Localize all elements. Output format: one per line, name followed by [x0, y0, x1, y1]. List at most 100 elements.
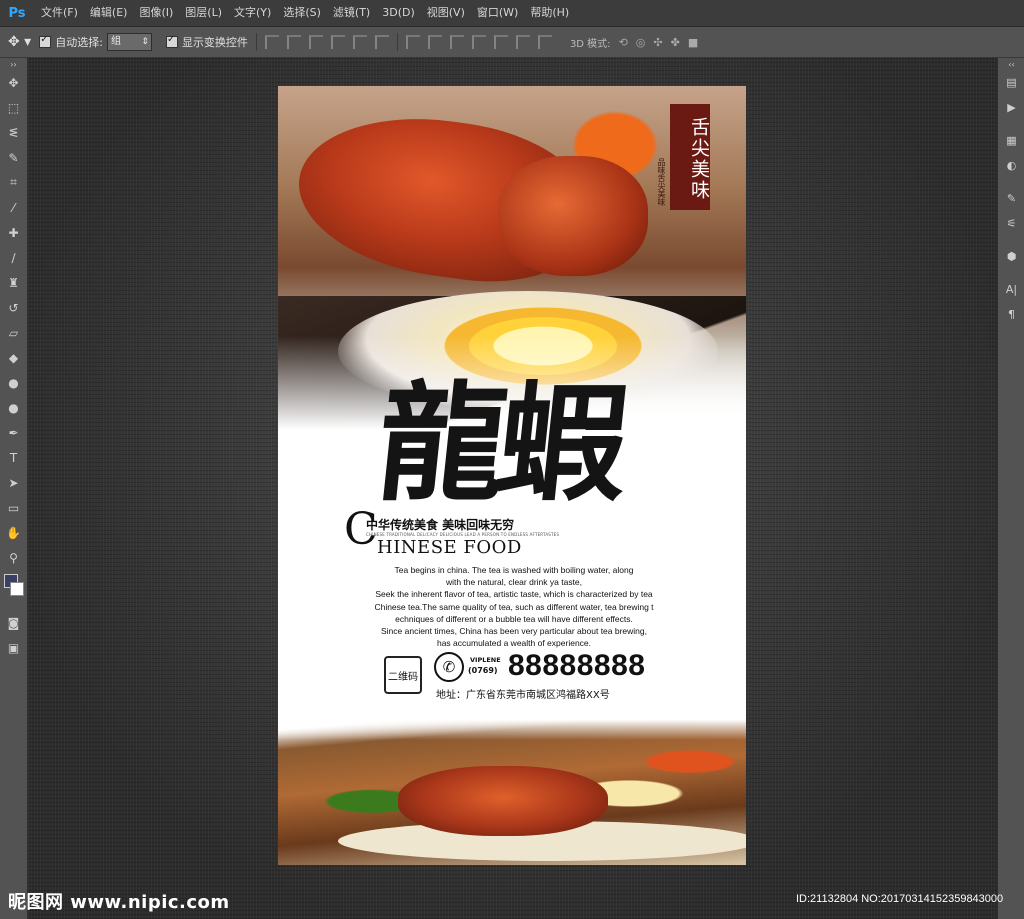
3d-slide-icon[interactable]: ✤: [671, 36, 680, 49]
quick-select-tool-icon[interactable]: ✎: [0, 145, 27, 170]
distribute-right-icon[interactable]: [515, 35, 530, 49]
distribute-bottom-icon[interactable]: [449, 35, 464, 49]
panel-collapse-icon[interactable]: ››: [0, 58, 27, 70]
body-line: with the natural, clear drink ya taste,: [445, 577, 583, 588]
path-select-tool-icon[interactable]: ➤: [0, 470, 27, 495]
tools-panel: ›› ✥ ⬚ ᓬ ✎ ⌗ ⁄ ✚ ∕ ♜ ↺ ▱ ◆ ● ● ✒ T ➤ ▭ ✋…: [0, 58, 28, 919]
align-vcenter-icon[interactable]: [286, 35, 301, 49]
3d-roll-icon[interactable]: ◎: [636, 36, 646, 49]
hand-tool-icon[interactable]: ✋: [0, 520, 27, 545]
side-vertical-text: 品味舌尖美味: [657, 158, 666, 206]
qr-code-placeholder: 二维码: [384, 656, 422, 694]
3d-rotate-icon[interactable]: ⟲: [619, 36, 628, 49]
3d-scale-icon[interactable]: ■: [688, 36, 698, 49]
menu-3d[interactable]: 3D(D): [376, 0, 421, 26]
phone-number: 88888888: [508, 649, 646, 682]
phone-icon: ✆: [434, 652, 464, 682]
menu-window[interactable]: 窗口(W): [471, 0, 524, 26]
address-text: 地址：广东省东莞市南城区鸿福路XX号: [436, 690, 610, 701]
distribute-left-icon[interactable]: [471, 35, 486, 49]
adjustments-panel-icon[interactable]: ▦: [998, 128, 1024, 153]
menu-edit[interactable]: 编辑(E): [84, 0, 134, 26]
distribute-vcenter-icon[interactable]: [427, 35, 442, 49]
character-panel-icon[interactable]: A|: [998, 277, 1024, 302]
body-line: Since ancient times, China has been very…: [380, 626, 647, 637]
menu-help[interactable]: 帮助(H): [524, 0, 575, 26]
area-code: (0769): [468, 666, 498, 675]
healing-tool-icon[interactable]: ✚: [0, 220, 27, 245]
bottom-food-photo: [278, 706, 746, 865]
brush-tool-icon[interactable]: ∕: [0, 245, 27, 270]
rectangle-tool-icon[interactable]: ▭: [0, 495, 27, 520]
poster-document[interactable]: 舌尖美味 品味舌尖美味 龍蝦 C 中华传统美食 美味回味无穷 CHINESE T…: [278, 86, 746, 865]
properties-panel-icon[interactable]: ◐: [998, 153, 1024, 178]
right-panel-strip: ‹‹ ▤ ▶ ▦ ◐ ✎ ⚟ ⬢ A| ¶: [997, 58, 1024, 919]
menu-select[interactable]: 选择(S): [277, 0, 327, 26]
auto-align-icon[interactable]: [537, 35, 552, 49]
menu-bar: Ps 文件(F) 编辑(E) 图像(I) 图层(L) 文字(Y) 选择(S) 滤…: [0, 0, 1024, 27]
history-brush-tool-icon[interactable]: ↺: [0, 295, 27, 320]
brush-panel-icon[interactable]: ✎: [998, 186, 1024, 211]
brush-top-edge: [278, 706, 746, 740]
bottom-lobster: [398, 766, 608, 836]
show-transform-checkbox[interactable]: 显示变换控件: [165, 34, 248, 50]
distribute-top-icon[interactable]: [405, 35, 420, 49]
3d-panel-icon[interactable]: ⬢: [998, 244, 1024, 269]
color-swatches-icon[interactable]: [0, 570, 27, 610]
crop-tool-icon[interactable]: ⌗: [0, 170, 27, 195]
3d-pan-icon[interactable]: ✣: [653, 36, 662, 49]
paint-bucket-tool-icon[interactable]: ◆: [0, 345, 27, 370]
body-paragraph: Tea begins in china. The tea is washed w…: [360, 564, 668, 649]
separator: [396, 33, 398, 51]
move-tool-icon[interactable]: ✥: [0, 70, 27, 95]
3d-mode-label: 3D 模式:: [569, 38, 611, 50]
clone-stamp-tool-icon[interactable]: ♜: [0, 270, 27, 295]
eraser-tool-icon[interactable]: ▱: [0, 320, 27, 345]
photoshop-logo-icon: Ps: [8, 5, 26, 21]
stamp-seal: 舌尖美味: [670, 104, 710, 210]
auto-select-checkbox[interactable]: 自动选择:: [39, 34, 103, 50]
watermark-right: ID:21132804 NO:20170314152359843000: [796, 893, 1004, 905]
paragraph-panel-icon[interactable]: ¶: [998, 302, 1024, 327]
menu-image[interactable]: 图像(I): [133, 0, 179, 26]
eyedropper-tool-icon[interactable]: ⁄: [0, 195, 27, 220]
move-tool-preset-icon[interactable]: ✥ ▾: [8, 34, 31, 50]
actions-panel-icon[interactable]: ▶: [998, 95, 1024, 120]
blur-tool-icon[interactable]: ●: [0, 370, 27, 395]
brush-presets-icon[interactable]: ⚟: [998, 211, 1024, 236]
menu-view[interactable]: 视图(V): [421, 0, 471, 26]
menu-layer[interactable]: 图层(L): [179, 0, 228, 26]
subtitle-english: HINESE FOOD: [377, 537, 522, 558]
body-line: Chinese tea.The same quality of tea, suc…: [374, 601, 654, 612]
menu-type[interactable]: 文字(Y): [228, 0, 277, 26]
align-hcenter-icon[interactable]: [352, 35, 367, 49]
auto-select-label: 自动选择:: [55, 36, 103, 49]
menu-file[interactable]: 文件(F): [35, 0, 84, 26]
dodge-tool-icon[interactable]: ●: [0, 395, 27, 420]
distribute-hcenter-icon[interactable]: [493, 35, 508, 49]
screen-mode-icon[interactable]: ▣: [0, 635, 27, 660]
history-panel-icon[interactable]: ▤: [998, 70, 1024, 95]
separator: [255, 33, 257, 51]
body-line: Tea begins in china. The tea is washed w…: [394, 565, 634, 575]
watermark-left: 昵图网 www.nipic.com: [8, 892, 230, 913]
marquee-tool-icon[interactable]: ⬚: [0, 95, 27, 120]
body-line: echniques of different or a bubble tea w…: [395, 613, 633, 624]
align-left-icon[interactable]: [330, 35, 345, 49]
lasso-tool-icon[interactable]: ᓬ: [0, 120, 27, 145]
align-bottom-icon[interactable]: [308, 35, 323, 49]
subtitle-chinese: 中华传统美食 美味回味无穷: [366, 518, 515, 532]
auto-select-dropdown[interactable]: 组: [106, 33, 152, 51]
options-bar: ✥ ▾ 自动选择: 组 显示变换控件 3D 模式: ⟲ ◎ ✣ ✤ ■: [0, 27, 1024, 58]
show-transform-label: 显示变换控件: [181, 36, 248, 49]
quick-mask-icon[interactable]: ◙: [0, 610, 27, 635]
lobster-head: [498, 156, 648, 276]
panel-expand-icon[interactable]: ‹‹: [998, 58, 1024, 70]
pen-tool-icon[interactable]: ✒: [0, 420, 27, 445]
align-top-icon[interactable]: [264, 35, 279, 49]
menu-filter[interactable]: 滤镜(T): [327, 0, 376, 26]
type-tool-icon[interactable]: T: [0, 445, 27, 470]
brand-name: VIPLENE: [470, 656, 501, 664]
zoom-tool-icon[interactable]: ⚲: [0, 545, 27, 570]
align-right-icon[interactable]: [374, 35, 389, 49]
